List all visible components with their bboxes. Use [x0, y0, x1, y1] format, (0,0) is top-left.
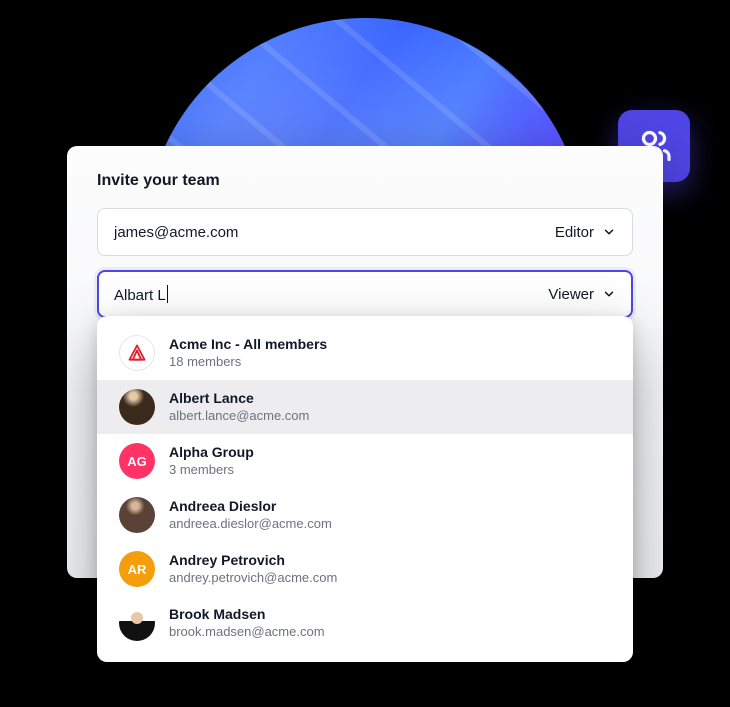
invite-row-1[interactable]: Albart L Viewer — [97, 270, 633, 318]
suggestion-item[interactable]: Acme Inc - All members18 members — [97, 326, 633, 380]
suggestion-name: Acme Inc - All members — [169, 336, 327, 354]
suggestion-sub: andreea.dieslor@acme.com — [169, 516, 332, 532]
suggestion-sub: albert.lance@acme.com — [169, 408, 309, 424]
suggestions-dropdown: Acme Inc - All members18 membersAlbert L… — [97, 316, 633, 662]
suggestion-sub: andrey.petrovich@acme.com — [169, 570, 337, 586]
text-cursor — [167, 285, 168, 303]
chevron-down-icon — [602, 287, 616, 301]
suggestion-sub: brook.madsen@acme.com — [169, 624, 325, 640]
role-label: Viewer — [548, 286, 594, 303]
card-title: Invite your team — [97, 172, 633, 190]
suggestion-item[interactable]: Albert Lancealbert.lance@acme.com — [97, 380, 633, 434]
suggestion-item[interactable]: AR Andrey Petrovichandrey.petrovich@acme.… — [97, 542, 633, 596]
suggestion-item[interactable]: AG Alpha Group3 members — [97, 434, 633, 488]
suggestion-name: Andreea Dieslor — [169, 498, 332, 516]
avatar: AR — [119, 551, 155, 587]
role-select-1[interactable]: Viewer — [548, 286, 616, 303]
email-input[interactable]: james@acme.com — [114, 224, 555, 241]
suggestion-item[interactable]: Andreea Dieslorandreea.dieslor@acme.com — [97, 488, 633, 542]
role-label: Editor — [555, 224, 594, 241]
suggestion-sub: 18 members — [169, 354, 327, 370]
invite-row-0[interactable]: james@acme.com Editor — [97, 208, 633, 256]
avatar — [119, 497, 155, 533]
chevron-down-icon — [602, 225, 616, 239]
suggestion-sub: 3 members — [169, 462, 254, 478]
suggestion-name: Albert Lance — [169, 390, 309, 408]
suggestion-name: Andrey Petrovich — [169, 552, 337, 570]
avatar: AG — [119, 443, 155, 479]
avatar — [119, 335, 155, 371]
role-select-0[interactable]: Editor — [555, 224, 616, 241]
suggestion-name: Alpha Group — [169, 444, 254, 462]
search-input[interactable]: Albart L — [114, 285, 548, 304]
suggestion-name: Brook Madsen — [169, 606, 325, 624]
avatar — [119, 605, 155, 641]
avatar — [119, 389, 155, 425]
suggestion-item[interactable]: Brook Madsenbrook.madsen@acme.com — [97, 596, 633, 650]
